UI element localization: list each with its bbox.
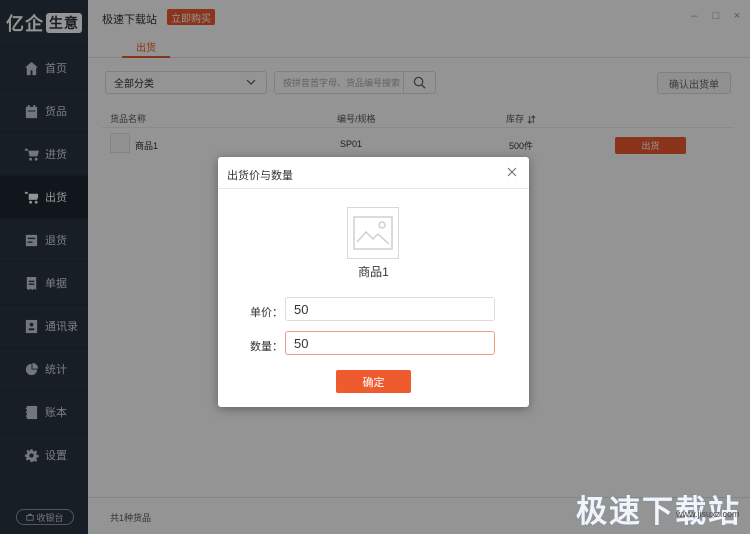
dialog-product-name: 商品1 <box>358 265 389 279</box>
quantity-field[interactable]: 50 <box>285 331 495 355</box>
price-label: 单价： <box>250 307 283 319</box>
quantity-label: 数量： <box>250 341 283 353</box>
quantity-value: 50 <box>294 335 309 351</box>
dialog-header: 出货价与数量 <box>218 157 529 189</box>
close-icon[interactable] <box>505 165 519 179</box>
price-field[interactable]: 50 <box>285 297 495 321</box>
price-quantity-dialog: 出货价与数量 商品1 单价： 50 数量： 50 确定 <box>218 157 529 407</box>
confirm-button[interactable]: 确定 <box>336 370 411 393</box>
price-value: 50 <box>294 301 309 317</box>
image-placeholder-icon <box>347 207 399 259</box>
watermark-url: www.jisuxz.com <box>676 509 740 519</box>
dialog-title: 出货价与数量 <box>227 170 293 182</box>
